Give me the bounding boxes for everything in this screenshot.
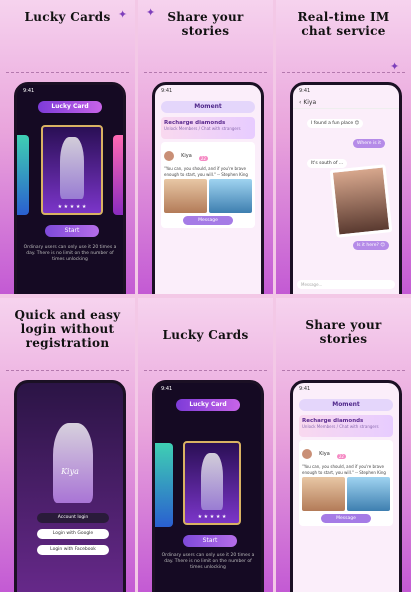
caption: Share your stories [305, 318, 382, 346]
usage-note: Ordinary users can only use it 20 times … [161, 553, 255, 570]
usage-note: Ordinary users can only use it 20 times … [23, 245, 117, 262]
divider [6, 72, 129, 73]
status-time: 9:41 [299, 88, 311, 94]
lucky-card-title: Lucky Card [38, 101, 102, 113]
caption: Share your stories [167, 10, 244, 38]
message-incoming: I found a fun place 😊 [307, 119, 364, 128]
lucky-card[interactable]: ★ ★ ★ ★ ★ [41, 125, 103, 215]
brand-name: Kiya [61, 467, 79, 476]
moment-header: Moment [299, 399, 393, 411]
side-card-left[interactable] [17, 135, 29, 215]
age-badge: 22 [198, 156, 208, 161]
post-photo[interactable] [209, 179, 252, 213]
silhouette-image [53, 423, 93, 503]
avatar[interactable] [302, 448, 312, 459]
side-card-left[interactable] [155, 443, 173, 527]
phone-frame: 9:41 Lucky Card ★ ★ ★ ★ ★ Start Ordinary… [152, 380, 264, 592]
recharge-banner[interactable]: Recharge diamonds Unlock Members / Chat … [161, 117, 255, 139]
divider [282, 72, 405, 73]
divider [6, 370, 129, 371]
start-button[interactable]: Start [183, 535, 237, 547]
back-icon[interactable]: ‹ [299, 99, 301, 106]
lucky-card[interactable]: ★ ★ ★ ★ ★ [183, 441, 241, 525]
status-time: 9:41 [299, 386, 311, 392]
phone-frame: 9:41 Lucky Card ★ ★ ★ ★ ★ Start Ordinary… [14, 82, 126, 294]
side-card-right[interactable] [113, 135, 123, 215]
post-photos [302, 477, 390, 511]
status-time: 9:41 [161, 386, 173, 392]
card-stars: ★ ★ ★ ★ ★ [57, 204, 87, 210]
status-time: 9:41 [161, 88, 173, 94]
silhouette-image [201, 452, 223, 511]
message-button[interactable]: Message [321, 514, 371, 523]
post-card: Kiya 22 "You can, you should, and if you… [299, 440, 393, 526]
post-quote: "You can, you should, and if you're brav… [302, 464, 386, 475]
message-input[interactable]: Message... [297, 280, 395, 289]
panel-login: Quick and easy login without registratio… [0, 298, 135, 592]
divider [282, 370, 405, 371]
message-incoming: It's south of ... [307, 159, 348, 168]
caption: Lucky Cards [24, 10, 111, 24]
status-time: 9:41 [23, 88, 35, 94]
caption: Lucky Cards [162, 328, 249, 342]
user-name: Kiya [319, 450, 330, 457]
user-name: Kiya [181, 152, 192, 159]
panel-lucky-cards-2: Lucky Cards 9:41 Lucky Card ★ ★ ★ ★ ★ St… [138, 298, 273, 592]
post-photos [164, 179, 252, 213]
shared-photo[interactable] [329, 164, 393, 238]
post-photo[interactable] [164, 179, 207, 213]
post-photo[interactable] [302, 477, 345, 511]
account-login-button[interactable]: Account login [37, 513, 109, 523]
start-button[interactable]: Start [45, 225, 99, 237]
phone-frame: Kiya Account login Login with Google Log… [14, 380, 126, 592]
phone-frame: 9:41 Moment Recharge diamonds Unlock Mem… [152, 82, 264, 294]
chat-header: ‹ Kiya [293, 97, 399, 109]
avatar[interactable] [164, 150, 174, 161]
sparkle-icon: ✦ [118, 8, 128, 21]
recharge-banner[interactable]: Recharge diamonds Unlock Members / Chat … [299, 415, 393, 437]
message-outgoing: Where is it [352, 139, 385, 148]
message-button[interactable]: Message [183, 216, 233, 225]
panel-lucky-cards-1: Lucky Cards ✦ 9:41 Lucky Card ★ ★ ★ ★ ★ … [0, 0, 135, 294]
banner-subtitle: Unlock Members / Chat with strangers [302, 424, 379, 429]
silhouette-image [60, 137, 84, 200]
message-outgoing: Is it here? 😊 [352, 241, 389, 250]
panel-share-stories-1: Share your stories ✦ 9:41 Moment Recharg… [138, 0, 273, 294]
screenshot-grid: Lucky Cards ✦ 9:41 Lucky Card ★ ★ ★ ★ ★ … [0, 0, 411, 592]
banner-subtitle: Unlock Members / Chat with strangers [164, 126, 241, 131]
sparkle-icon: ✦ [146, 6, 156, 19]
divider [144, 72, 267, 73]
panel-chat: Real-time IM chat service ✦ 9:41 ‹ Kiya … [276, 0, 411, 294]
divider [144, 370, 267, 371]
lucky-card-title: Lucky Card [176, 399, 240, 411]
post-card: Kiya 22 "You can, you should, and if you… [161, 142, 255, 228]
phone-frame: 9:41 ‹ Kiya I found a fun place 😊 Where … [290, 82, 402, 294]
post-photo[interactable] [347, 477, 390, 511]
moment-header: Moment [161, 101, 255, 113]
caption: Quick and easy login without registratio… [14, 308, 121, 350]
age-badge: 22 [336, 454, 346, 459]
chat-name: Kiya [303, 99, 317, 106]
google-login-button[interactable]: Login with Google [37, 529, 109, 539]
panel-share-stories-2: Share your stories 9:41 Moment Recharge … [276, 298, 411, 592]
card-stars: ★ ★ ★ ★ ★ [197, 514, 227, 520]
phone-frame: 9:41 Moment Recharge diamonds Unlock Mem… [290, 380, 402, 592]
facebook-login-button[interactable]: Login with Facebook [37, 545, 109, 555]
caption: Real-time IM chat service [297, 10, 390, 38]
post-quote: "You can, you should, and if you're brav… [164, 166, 248, 177]
